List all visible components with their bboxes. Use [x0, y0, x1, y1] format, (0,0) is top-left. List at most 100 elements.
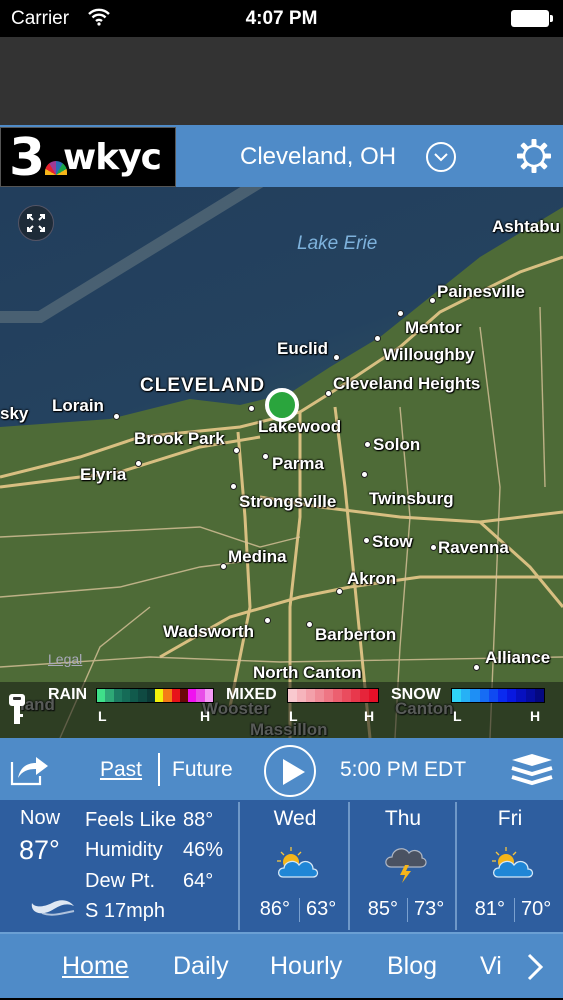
past-toggle[interactable]: Past — [100, 758, 142, 782]
radar-legend: RAIN L H MIXED L H SNOW L H — [0, 682, 563, 738]
city-label: Alliance — [485, 648, 551, 667]
rain-color-swatch — [146, 689, 155, 702]
mixed-color-swatch — [297, 689, 306, 702]
partly-cloudy-icon — [277, 847, 319, 878]
city-dot — [233, 447, 240, 454]
snow-color-swatch — [479, 689, 489, 702]
mixed-color-swatch — [333, 689, 342, 702]
city-dot — [363, 537, 370, 544]
key-icon[interactable] — [8, 694, 26, 724]
snow-label: SNOW — [391, 686, 441, 703]
city-label: Ashtabu — [492, 217, 560, 236]
station-logo[interactable]: 3 wkyc — [0, 127, 176, 188]
snow-color-swatch — [534, 689, 545, 702]
city-dot — [397, 310, 404, 317]
clock: 4:07 PM — [245, 8, 318, 29]
snow-color-swatch — [461, 689, 471, 702]
rain-color-swatch — [179, 689, 189, 702]
future-toggle[interactable]: Future — [172, 758, 233, 782]
city-label: Willoughby — [383, 345, 475, 364]
battery-icon — [511, 10, 553, 27]
play-icon[interactable] — [264, 745, 316, 797]
forecast-high: 86° — [259, 898, 290, 920]
radar-timestamp: 5:00 PM EDT — [340, 758, 467, 781]
city-label: Ravenna — [438, 538, 509, 557]
mixed-color-ramp — [287, 688, 379, 703]
radar-map[interactable]: Lake Erie Ashtabu Painesville Mentor Wil… — [0, 187, 563, 738]
logo-number: 3 — [9, 128, 46, 188]
temp-divider — [299, 898, 300, 922]
humidity-value: 46% — [183, 839, 224, 861]
temp-divider — [407, 898, 408, 922]
logo-text: wkyc — [63, 137, 162, 178]
forecast-day-name: Thu — [384, 807, 422, 830]
mixed-color-swatch — [324, 689, 333, 702]
city-dot — [325, 390, 332, 397]
city-dot — [429, 297, 436, 304]
rain-color-swatch — [138, 689, 147, 702]
thunderstorm-icon — [385, 848, 427, 883]
mixed-color-swatch — [342, 689, 351, 702]
conditions-panel: Now 87° Feels Like 88° Humidity 46% Dew … — [0, 800, 563, 932]
rain-color-swatch — [163, 689, 172, 702]
nav-item-daily[interactable]: Daily — [173, 952, 229, 981]
snow-high-label: H — [530, 708, 541, 724]
status-bar: Carrier 4:07 PM — [0, 0, 563, 37]
forecast-day-thu[interactable]: Thu 85° 73° — [350, 800, 456, 932]
city-label: Barberton — [315, 625, 397, 644]
nav-item-hourly[interactable]: Hourly — [270, 952, 342, 981]
city-label: Elyria — [80, 465, 127, 484]
forecast-low: 70° — [521, 898, 552, 920]
city-dot — [220, 563, 227, 570]
city-label: Parma — [272, 454, 324, 473]
city-label: Mentor — [405, 318, 462, 337]
chevron-right-icon[interactable] — [525, 952, 545, 982]
rain-color-swatch — [204, 689, 213, 702]
expand-icon[interactable] — [18, 205, 54, 241]
snow-color-swatch — [452, 689, 462, 702]
forecast-day-fri[interactable]: Fri 81° 70° — [457, 800, 563, 932]
city-label: North Canton — [253, 663, 362, 682]
dew-point-label: Dew Pt. — [85, 870, 156, 892]
rain-color-swatch — [113, 689, 122, 702]
city-label: Wadsworth — [163, 622, 254, 641]
legal-link[interactable]: Legal — [48, 651, 82, 667]
city-dot — [333, 354, 340, 361]
lake-erie-label: Lake Erie — [297, 233, 378, 254]
city-dot — [364, 441, 371, 448]
bottom-nav: Home Daily Hourly Blog Vi — [0, 932, 563, 998]
city-label: Cleveland Heights — [333, 374, 481, 393]
forecast-day-wed[interactable]: Wed 86° 63° — [242, 800, 348, 932]
forecast-high: 85° — [367, 898, 398, 920]
location-name[interactable]: Cleveland, OH — [240, 143, 396, 171]
humidity-label: Humidity — [85, 839, 163, 861]
city-dot — [113, 413, 120, 420]
nav-item-home[interactable]: Home — [62, 952, 129, 981]
mixed-color-swatch — [369, 689, 378, 702]
temp-divider — [514, 898, 515, 922]
layers-icon[interactable] — [510, 752, 554, 786]
nav-item-video[interactable]: Vi — [480, 952, 502, 981]
snow-color-swatch — [516, 689, 526, 702]
gear-icon[interactable] — [515, 137, 553, 175]
dew-point-value: 64° — [183, 870, 214, 892]
city-label: Stow — [372, 532, 413, 551]
city-label: Solon — [373, 435, 421, 454]
forecast-high: 81° — [474, 898, 505, 920]
share-icon[interactable] — [10, 750, 50, 786]
city-label: Twinsburg — [369, 489, 454, 508]
city-dot — [374, 335, 381, 342]
rain-label: RAIN — [48, 686, 88, 703]
rain-color-swatch — [196, 689, 205, 702]
wind-value: S 17mph — [85, 900, 166, 922]
rain-color-ramp — [96, 688, 214, 703]
chevron-down-circle-icon[interactable] — [426, 142, 456, 172]
partly-cloudy-icon — [492, 847, 534, 878]
current-location-marker[interactable] — [265, 388, 299, 422]
mixed-low-label: L — [289, 708, 298, 724]
city-dot — [262, 453, 269, 460]
snow-low-label: L — [453, 708, 462, 724]
city-label: Brook Park — [134, 429, 225, 448]
nav-item-blog[interactable]: Blog — [387, 952, 437, 981]
rain-color-swatch — [97, 689, 106, 702]
